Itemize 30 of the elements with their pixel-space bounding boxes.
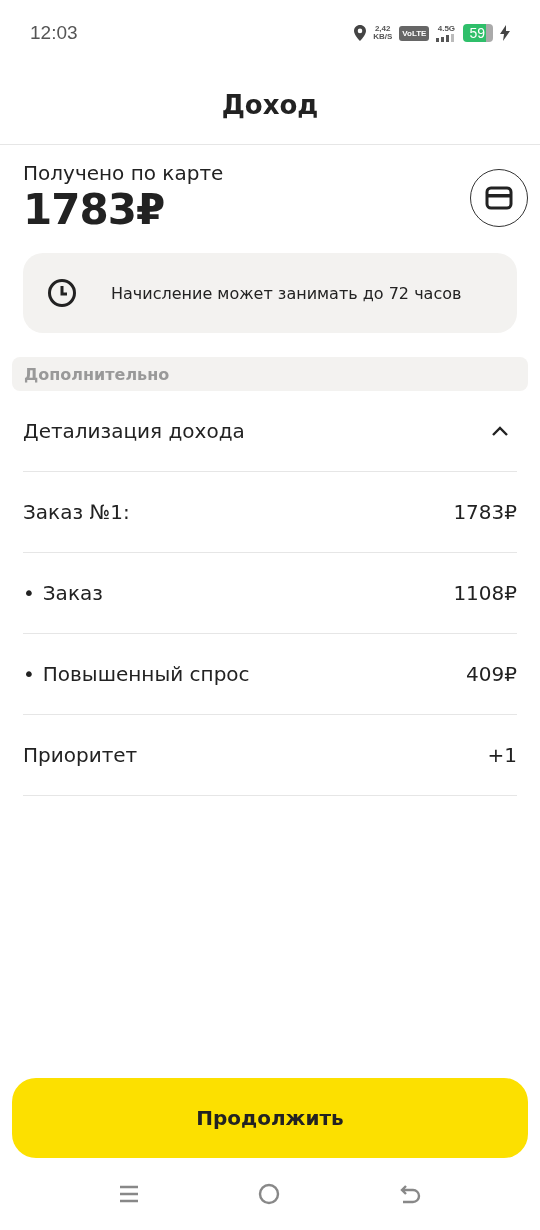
row-value: 1783₽ [453,500,517,524]
bullet: • [23,581,35,605]
notice-text: Начисление может занимать до 72 часов [111,283,462,303]
row-value: 409₽ [466,662,517,686]
network-type: 4.5G [437,24,456,33]
summary-label: Получено по карте [23,161,224,185]
continue-button[interactable]: Продолжить [12,1078,528,1158]
location-icon [354,25,367,41]
menu-icon[interactable] [119,1184,140,1204]
card-icon [485,186,513,210]
network-speed: 2,42 KB/S [373,25,393,41]
signal-icon [436,33,457,42]
row-value: +1 [487,743,517,767]
clock-icon [47,278,77,308]
back-icon[interactable] [398,1184,421,1204]
home-icon[interactable] [258,1183,280,1205]
volte-badge: VoLTE [399,25,430,41]
page-title: Доход [221,90,319,120]
section-label: Дополнительно [24,364,170,384]
bullet: • [23,662,35,686]
details-toggle[interactable]: Детализация дохода [23,391,517,472]
details-title: Детализация дохода [23,419,245,443]
row-value: 1108₽ [453,581,517,605]
battery-indicator: 59 [463,24,493,42]
row-label: Заказ №1: [23,500,130,524]
row-label: Приоритет [23,743,138,767]
summary-amount: 1783₽ [23,185,166,235]
row-label: Повышенный спрос [42,662,250,686]
status-time: 12:03 [30,22,78,44]
row-label: Заказ [42,581,103,605]
